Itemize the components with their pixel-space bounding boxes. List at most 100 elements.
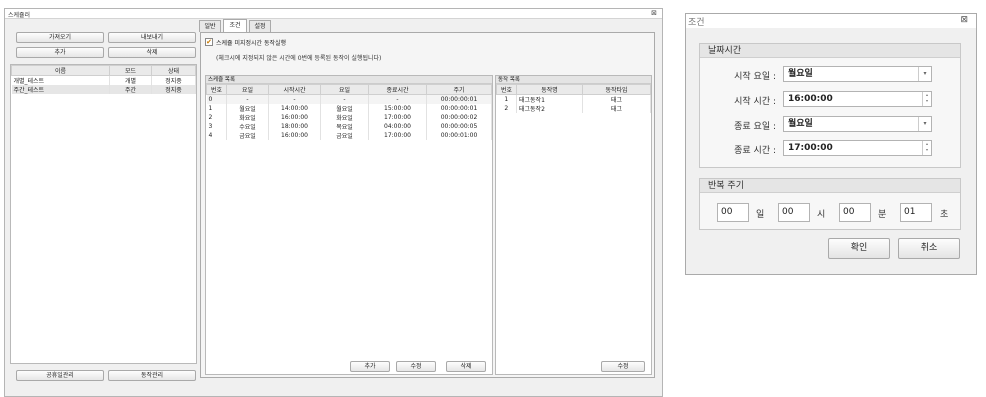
- cell-start-time: 16:00:00: [268, 112, 321, 122]
- row-mode: 개별: [109, 75, 152, 85]
- cell-start-day: 수요일: [226, 121, 269, 131]
- ok-button[interactable]: 확인: [828, 238, 890, 259]
- chevron-down-icon[interactable]: ▾: [918, 67, 931, 81]
- cell-no: 1: [206, 103, 227, 113]
- delete-schedule-button[interactable]: 삭제: [108, 47, 196, 58]
- table-row[interactable]: 2 태그동작2 태그: [496, 104, 651, 113]
- cancel-button[interactable]: 취소: [898, 238, 960, 259]
- col-action-type[interactable]: 동작타입: [582, 84, 651, 95]
- second-input[interactable]: 01: [900, 203, 932, 222]
- col-no[interactable]: 번호: [206, 84, 227, 95]
- end-day-label: 종료 요일 :: [734, 122, 776, 132]
- cell-action-name: 태그동작1: [516, 94, 583, 104]
- edit-row-button[interactable]: 수정: [396, 361, 436, 372]
- col-action-name[interactable]: 동작명: [516, 84, 583, 95]
- col-end-time[interactable]: 종료시간: [368, 84, 427, 95]
- cell-start-day: 월요일: [226, 103, 269, 113]
- action-table: 번호 동작명 동작타입 1 태그동작1 태그 2 태그동작2 태그: [496, 84, 651, 113]
- cell-start-time: 18:00:00: [268, 121, 321, 131]
- action-manage-button[interactable]: 동작관리: [108, 370, 196, 381]
- start-time-value: 16:00:00: [788, 94, 833, 104]
- cell-action-type: 태그: [582, 94, 651, 104]
- hour-unit: 시: [817, 210, 826, 220]
- schedule-list-table: 이름 모드 상태 개별_테스트 개별 정지중 주간_테스트 주간 정지중: [11, 65, 196, 94]
- day-input[interactable]: 00: [717, 203, 749, 222]
- table-row[interactable]: 1 월요일 14:00:00 월요일 15:00:00 00:00:00:01: [206, 103, 492, 113]
- datetime-group: 날짜시간 시작 요일 : 월요일 ▾ 시작 시간 : 16:00:00 ▴ ▾ 종…: [699, 43, 961, 168]
- delete-row-button[interactable]: 삭제: [446, 361, 486, 372]
- cell-no: 2: [206, 112, 227, 122]
- cell-end-time: 17:00:00: [368, 130, 427, 140]
- action-list-header: 동작 목록: [496, 76, 651, 84]
- cell-end-time: -: [368, 94, 427, 104]
- start-day-select[interactable]: 월요일 ▾: [783, 66, 932, 82]
- close-icon[interactable]: ⊠: [651, 9, 657, 17]
- cell-period: 00:00:00:05: [426, 121, 492, 131]
- start-day-value: 월요일: [788, 69, 813, 79]
- cell-start-time: 14:00:00: [268, 103, 321, 113]
- cell-end-time: 15:00:00: [368, 103, 427, 113]
- import-button[interactable]: 가져오기: [16, 32, 104, 43]
- minute-unit: 분: [878, 210, 887, 220]
- tab-settings[interactable]: 설정: [249, 20, 271, 32]
- action-table-panel: 동작 목록 번호 동작명 동작타입 1 태그동작1 태그 2 태그동작2 태그 …: [495, 75, 652, 375]
- col-name[interactable]: 이름: [11, 65, 110, 76]
- spinner-icon[interactable]: ▴ ▾: [922, 141, 931, 155]
- table-row[interactable]: 1 태그동작1 태그: [496, 94, 651, 104]
- end-time-label: 종료 시간 :: [734, 146, 776, 156]
- day-unit: 일: [756, 210, 765, 220]
- schedule-table: 번호 요일 시작시간 요일 종료시간 주기 0 - - - - 00:00:00…: [206, 84, 492, 140]
- tab-condition[interactable]: 조건: [223, 19, 247, 32]
- title-bar: 스케쥴러 ⊠: [5, 9, 662, 19]
- table-row[interactable]: 주간_테스트 주간 정지중: [11, 85, 196, 94]
- col-start-time[interactable]: 시작시간: [268, 84, 321, 95]
- datetime-header: 날짜시간: [700, 44, 960, 58]
- col-period[interactable]: 주기: [426, 84, 492, 95]
- end-time-field[interactable]: 17:00:00 ▴ ▾: [783, 140, 932, 156]
- holiday-manage-button[interactable]: 공휴일관리: [16, 370, 104, 381]
- table-row[interactable]: 4 금요일 16:00:00 금요일 17:00:00 00:00:01:00: [206, 130, 492, 140]
- table-row[interactable]: 2 화요일 16:00:00 화요일 17:00:00 00:00:00:02: [206, 112, 492, 122]
- chevron-down-icon[interactable]: ▾: [918, 117, 931, 131]
- repeat-header: 반복 주기: [700, 179, 960, 193]
- table-row[interactable]: 3 수요일 18:00:00 목요일 04:00:00 00:00:00:05: [206, 121, 492, 131]
- col-no[interactable]: 번호: [496, 84, 517, 95]
- cell-action-type: 태그: [582, 104, 651, 113]
- row-status: 정지중: [151, 85, 196, 94]
- close-icon[interactable]: ⊠: [960, 15, 968, 25]
- minute-input[interactable]: 00: [839, 203, 871, 222]
- cell-no: 0: [206, 94, 227, 104]
- cell-start-day: 화요일: [226, 112, 269, 122]
- cell-start-day: 금요일: [226, 130, 269, 140]
- run-unassigned-label: 스케쥴 미지정시간 동작실행: [216, 40, 287, 47]
- col-start-day[interactable]: 요일: [226, 84, 269, 95]
- cell-period: 00:00:00:01: [426, 94, 492, 104]
- add-row-button[interactable]: 추가: [350, 361, 390, 372]
- col-end-day[interactable]: 요일: [320, 84, 369, 95]
- row-status: 정지중: [151, 75, 196, 85]
- hour-input[interactable]: 00: [778, 203, 810, 222]
- spinner-icon[interactable]: ▴ ▾: [922, 92, 931, 106]
- start-time-field[interactable]: 16:00:00 ▴ ▾: [783, 91, 932, 107]
- cell-end-time: 04:00:00: [368, 121, 427, 131]
- col-mode[interactable]: 모드: [109, 65, 152, 76]
- table-row[interactable]: 개별_테스트 개별 정지중: [11, 75, 196, 85]
- end-day-select[interactable]: 월요일 ▾: [783, 116, 932, 132]
- dialog-title: 조건: [688, 18, 705, 28]
- tab-general[interactable]: 일반: [199, 20, 221, 32]
- schedule-list-panel: 이름 모드 상태 개별_테스트 개별 정지중 주간_테스트 주간 정지중: [10, 64, 197, 364]
- condition-tab-content: ✔ 스케쥴 미지정시간 동작실행 (체크시에 지정되지 않은 시간에 0번에 등…: [200, 32, 655, 378]
- schedule-table-panel: 스케쥴 목록 번호 요일 시작시간 요일 종료시간 주기 0 - - - - 0…: [205, 75, 493, 375]
- edit-action-button[interactable]: 수정: [601, 361, 645, 372]
- cell-period: 00:00:01:00: [426, 130, 492, 140]
- cell-no: 3: [206, 121, 227, 131]
- col-status[interactable]: 상태: [151, 65, 196, 76]
- start-time-label: 시작 시간 :: [734, 97, 776, 107]
- cell-no: 4: [206, 130, 227, 140]
- checkmark-icon[interactable]: ✔: [205, 38, 213, 46]
- row-name: 주간_테스트: [11, 85, 110, 94]
- cell-end-day: 목요일: [320, 121, 369, 131]
- table-row[interactable]: 0 - - - - 00:00:00:01: [206, 94, 492, 104]
- add-schedule-button[interactable]: 추가: [16, 47, 104, 58]
- export-button[interactable]: 내보내기: [108, 32, 196, 43]
